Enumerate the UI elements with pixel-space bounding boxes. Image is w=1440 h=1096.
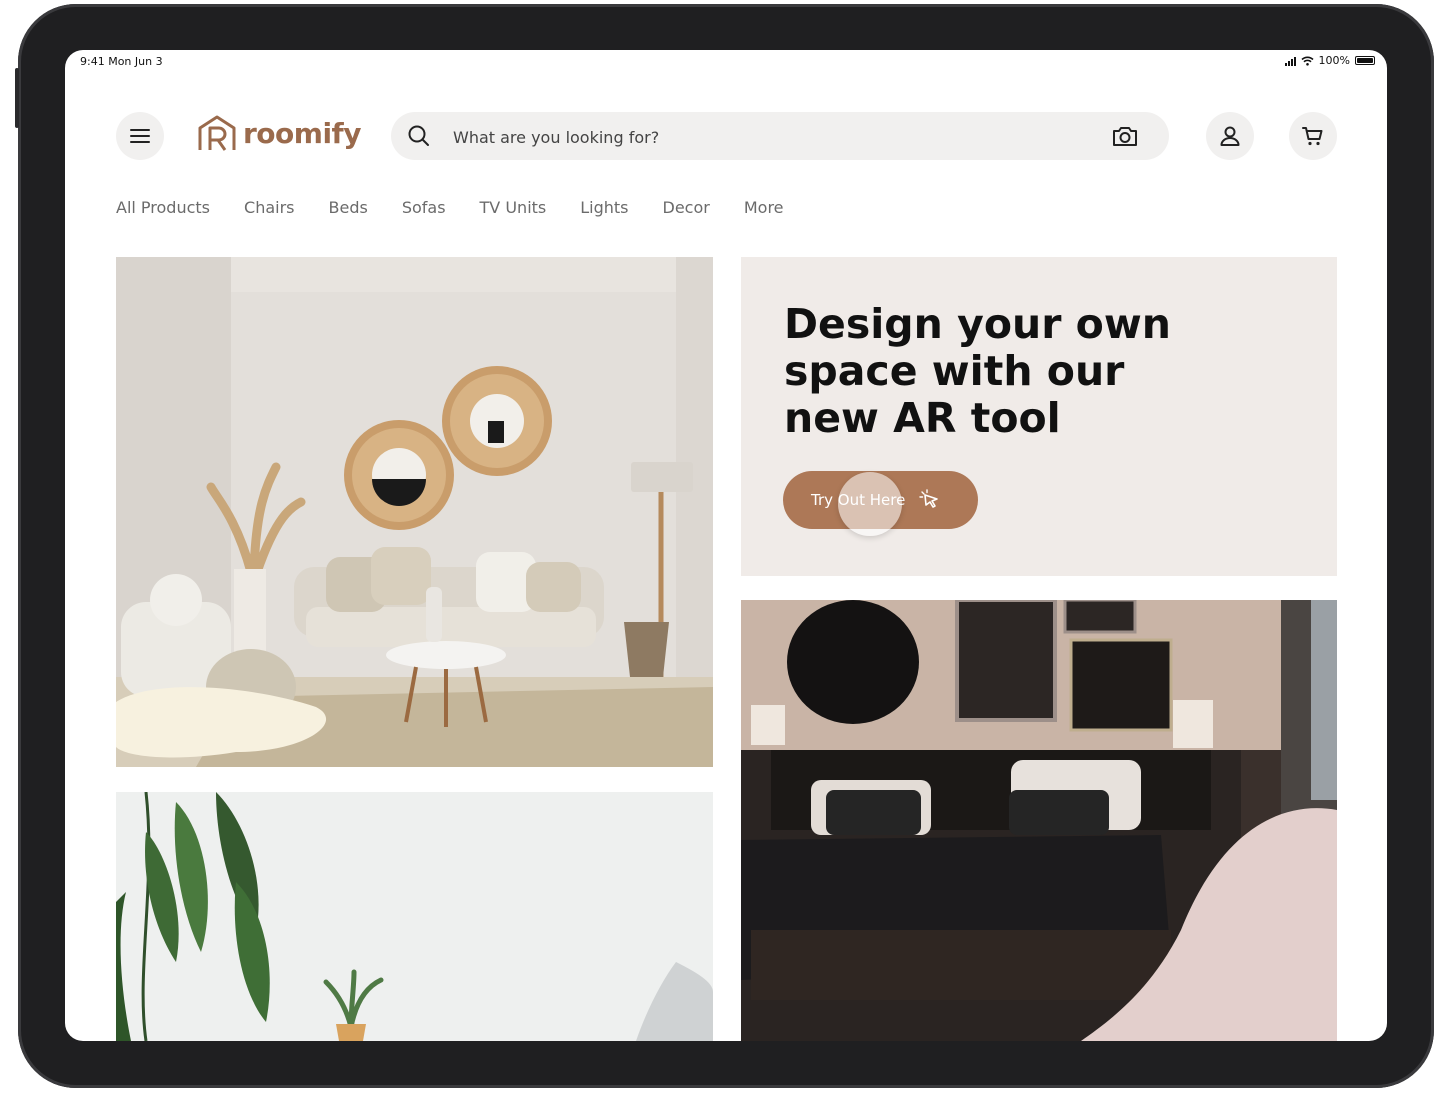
wifi-icon bbox=[1300, 56, 1314, 66]
device-side-button bbox=[15, 68, 19, 128]
promo-title: Design your own space with our new AR to… bbox=[784, 301, 1244, 442]
touch-indicator bbox=[838, 472, 902, 536]
search-bar[interactable] bbox=[391, 112, 1169, 162]
nav-item-beds[interactable]: Beds bbox=[329, 198, 368, 217]
living-room-image[interactable] bbox=[116, 257, 713, 767]
search-input[interactable] bbox=[451, 112, 1075, 162]
plant-decor-image[interactable] bbox=[116, 792, 713, 1041]
bedroom-image[interactable] bbox=[741, 600, 1337, 1041]
battery-percent: 100% bbox=[1318, 54, 1350, 67]
bedroom-illustration bbox=[741, 600, 1337, 1041]
nav-item-chairs[interactable]: Chairs bbox=[244, 198, 294, 217]
brand-logo[interactable]: roomify bbox=[197, 114, 362, 152]
promo-title-line-1: Design your own bbox=[784, 300, 1171, 348]
house-r-logo-icon bbox=[198, 115, 236, 151]
status-bar: 9:41 Mon Jun 3 100% bbox=[65, 50, 1387, 74]
nav-item-decor[interactable]: Decor bbox=[663, 198, 710, 217]
account-button[interactable] bbox=[1206, 112, 1254, 160]
app-screen: 9:41 Mon Jun 3 100% roomify What are you… bbox=[65, 50, 1387, 1041]
menu-icon bbox=[130, 129, 150, 143]
status-time: 9:41 Mon Jun 3 bbox=[80, 55, 163, 68]
brand-name: roomify bbox=[243, 116, 362, 150]
cart-button[interactable] bbox=[1289, 112, 1337, 160]
nav-item-tv-units[interactable]: TV Units bbox=[480, 198, 547, 217]
living-room-illustration bbox=[116, 257, 713, 767]
camera-icon[interactable] bbox=[1111, 124, 1139, 148]
user-icon bbox=[1220, 126, 1240, 146]
plant-illustration bbox=[116, 792, 713, 1041]
battery-icon bbox=[1355, 56, 1375, 65]
nav-item-sofas[interactable]: Sofas bbox=[402, 198, 446, 217]
status-indicators: 100% bbox=[1284, 54, 1375, 67]
signal-icon bbox=[1284, 56, 1296, 66]
ar-promo-banner: Design your own space with our new AR to… bbox=[741, 257, 1337, 576]
cursor-click-icon bbox=[919, 489, 939, 508]
promo-title-line-2: space with our bbox=[784, 347, 1125, 395]
category-nav: All Products Chairs Beds Sofas TV Units … bbox=[116, 198, 784, 217]
nav-item-lights[interactable]: Lights bbox=[580, 198, 628, 217]
promo-title-line-3: new AR tool bbox=[784, 394, 1061, 442]
cart-icon bbox=[1302, 127, 1323, 146]
search-icon bbox=[408, 125, 429, 146]
nav-item-more[interactable]: More bbox=[744, 198, 784, 217]
nav-item-all-products[interactable]: All Products bbox=[116, 198, 210, 217]
menu-button[interactable] bbox=[116, 112, 164, 160]
